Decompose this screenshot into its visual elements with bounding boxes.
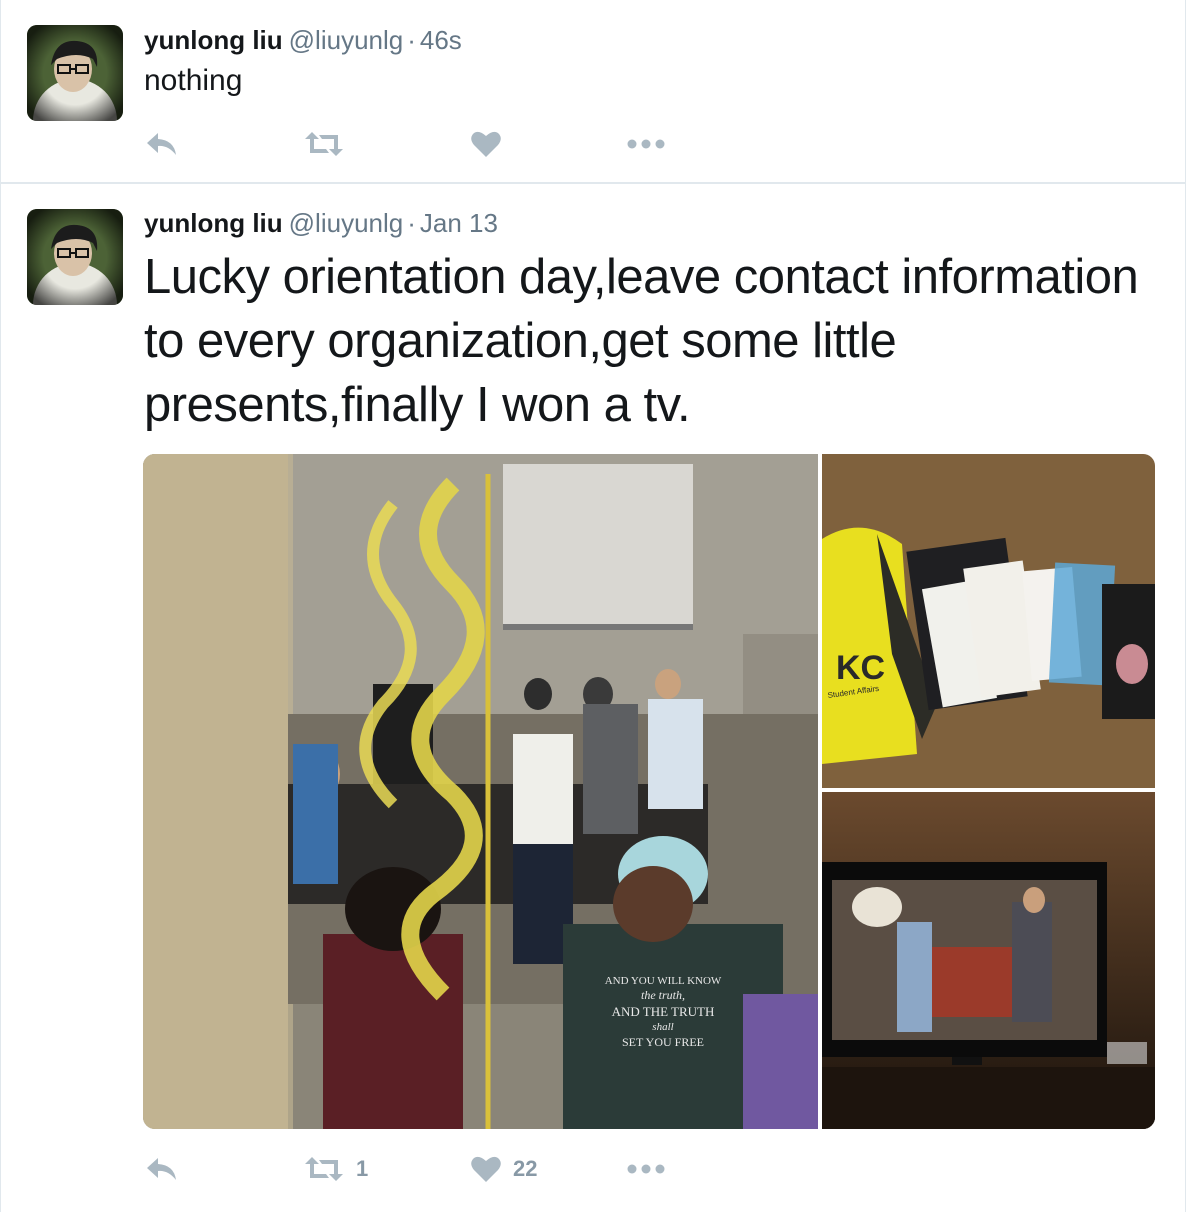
- retweet-icon: [305, 1157, 343, 1181]
- tweet[interactable]: yunlong liu @liuyunlg · Jan 13 Lucky orient…: [1, 186, 1185, 1212]
- retweet-button[interactable]: 1: [304, 1151, 368, 1187]
- photo-image: [822, 792, 1155, 1129]
- retweet-button[interactable]: [304, 126, 356, 162]
- retweet-icon: [305, 132, 343, 156]
- bag-logo: KC: [836, 649, 885, 687]
- tweet-actions: 1 22: [146, 1151, 706, 1187]
- more-icon: [627, 139, 665, 149]
- timestamp[interactable]: Jan 13: [420, 208, 498, 238]
- shirt-text-4: shall: [652, 1021, 673, 1033]
- reply-icon: [147, 1158, 176, 1180]
- photo-gifts[interactable]: KC Student Affairs: [822, 454, 1155, 788]
- more-button[interactable]: [627, 126, 665, 162]
- shirt-text-3: AND THE TRUTH: [612, 1004, 715, 1019]
- avatar[interactable]: [27, 209, 123, 305]
- avatar-image: [27, 209, 123, 305]
- like-button[interactable]: 22: [471, 1151, 537, 1187]
- like-icon: [471, 131, 501, 157]
- tweet-text: nothing: [144, 64, 243, 97]
- fullname[interactable]: yunlong liu: [144, 208, 283, 238]
- photo-image: KC Student Affairs: [822, 454, 1155, 788]
- like-button[interactable]: [471, 126, 513, 162]
- screenname[interactable]: @liuyunlg: [289, 25, 404, 55]
- tweet-header: yunlong liu @liuyunlg · Jan 13: [144, 207, 498, 239]
- more-icon: [627, 1164, 665, 1174]
- tweet[interactable]: yunlong liu @liuyunlg · 46s nothing: [1, 0, 1185, 184]
- screenname[interactable]: @liuyunlg: [289, 208, 404, 238]
- timeline: yunlong liu @liuyunlg · 46s nothing yunl…: [0, 0, 1186, 1212]
- tweet-header: yunlong liu @liuyunlg · 46s: [144, 24, 462, 56]
- shirt-text-1: AND YOU WILL KNOW: [605, 975, 722, 987]
- separator-dot: ·: [407, 208, 416, 238]
- photo-image: AND YOU WILL KNOW the truth, AND THE TRU…: [143, 454, 818, 1129]
- media-grid: AND YOU WILL KNOW the truth, AND THE TRU…: [143, 454, 1155, 1129]
- reply-icon: [147, 133, 176, 155]
- avatar-image: [27, 25, 123, 121]
- fullname[interactable]: yunlong liu: [144, 25, 283, 55]
- tweet-actions: [146, 126, 706, 162]
- retweet-count: 1: [356, 1156, 369, 1181]
- photo-orientation-room[interactable]: AND YOU WILL KNOW the truth, AND THE TRU…: [143, 454, 818, 1129]
- more-button[interactable]: [627, 1151, 665, 1187]
- shirt-text-5: SET YOU FREE: [622, 1035, 704, 1049]
- avatar[interactable]: [27, 25, 123, 121]
- timestamp[interactable]: 46s: [420, 25, 462, 55]
- tweet-text: Lucky orientation day,leave contact info…: [144, 250, 1139, 432]
- reply-button[interactable]: [146, 1151, 178, 1187]
- shirt-text-2: the truth,: [641, 988, 685, 1002]
- reply-button[interactable]: [146, 126, 178, 162]
- separator-dot: ·: [407, 25, 416, 55]
- photo-tv[interactable]: [822, 792, 1155, 1129]
- like-count: 22: [513, 1156, 538, 1181]
- like-icon: [471, 1156, 501, 1182]
